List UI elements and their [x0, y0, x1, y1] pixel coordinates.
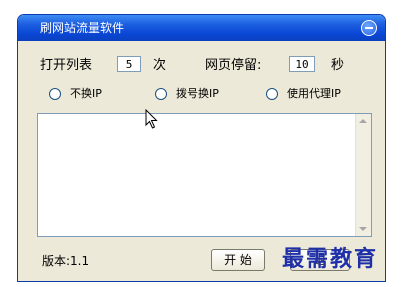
log-textarea[interactable] — [37, 113, 372, 237]
open-list-count-input[interactable]: 5 — [117, 56, 141, 72]
radio-no-ip-change[interactable] — [49, 88, 61, 100]
mouse-cursor-icon — [145, 109, 158, 129]
scroll-up-icon[interactable] — [359, 119, 367, 123]
radio-dialup-ip[interactable] — [155, 88, 167, 100]
seconds-label: 秒 — [331, 58, 345, 73]
vertical-scrollbar[interactable] — [355, 114, 371, 236]
minimize-icon[interactable] — [361, 20, 377, 36]
radio-dialup-ip-label: 拨号换IP — [176, 87, 219, 100]
times-label: 次 — [153, 58, 167, 73]
stay-time-input[interactable]: 10 — [289, 56, 315, 72]
version-label: 版本:1.1 — [42, 254, 90, 268]
open-list-label: 打开列表 — [40, 58, 93, 73]
radio-no-ip-change-label: 不换IP — [70, 87, 102, 100]
start-button[interactable]: 开 始 — [211, 249, 265, 271]
radio-proxy-ip[interactable] — [266, 88, 278, 100]
watermark-text: 最需教育 — [282, 246, 379, 272]
window-title: 刷网站流量软件 — [40, 21, 125, 35]
title-bar[interactable]: 刷网站流量软件 — [18, 15, 385, 41]
scroll-down-icon[interactable] — [359, 227, 367, 231]
radio-proxy-ip-label: 使用代理IP — [287, 87, 341, 100]
stay-time-label: 网页停留: — [205, 58, 262, 73]
